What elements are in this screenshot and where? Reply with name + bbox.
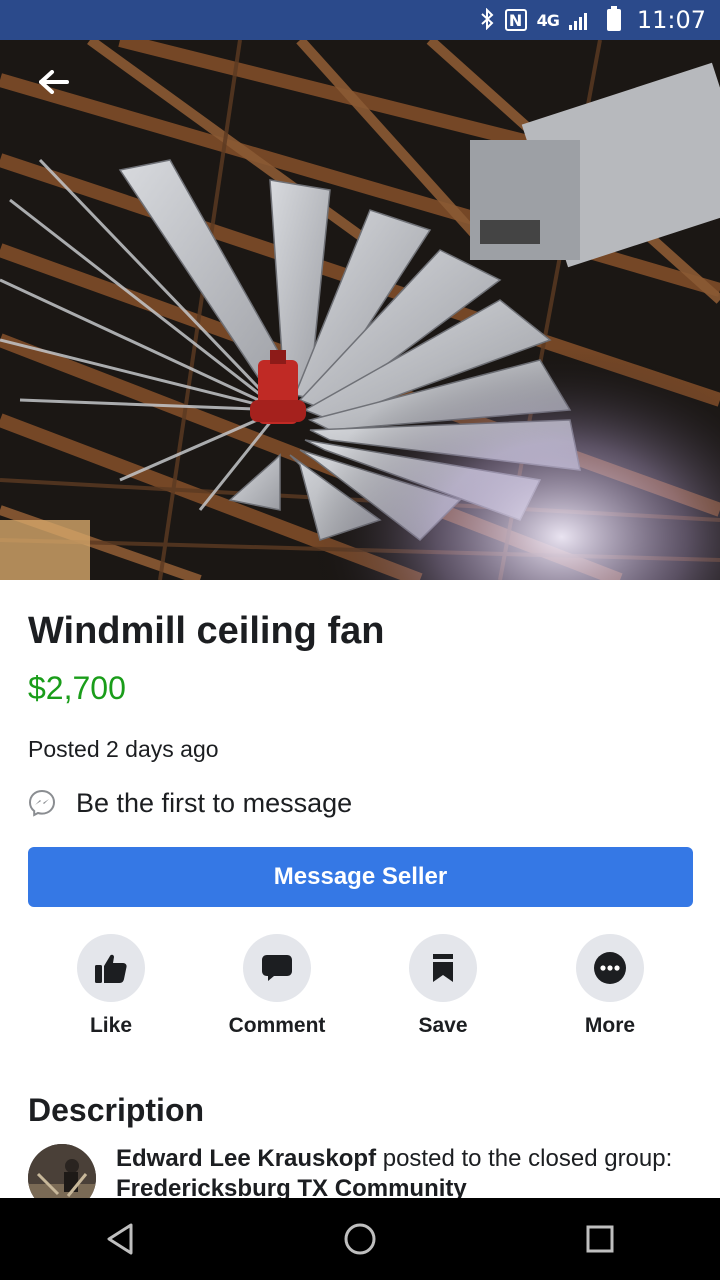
nfc-icon: N bbox=[504, 9, 527, 31]
windmill-fan-image bbox=[0, 40, 720, 580]
lte-icon: 4G bbox=[536, 10, 560, 30]
comment-button[interactable]: Comment bbox=[197, 934, 357, 1038]
more-button[interactable]: More bbox=[530, 934, 690, 1038]
description-heading: Description bbox=[28, 1092, 205, 1128]
back-button[interactable] bbox=[34, 62, 74, 102]
triangle-back-icon bbox=[107, 1223, 133, 1255]
circle-home-icon bbox=[344, 1223, 376, 1255]
square-recents-icon bbox=[586, 1225, 614, 1253]
nav-recents-button[interactable] bbox=[560, 1209, 640, 1269]
more-icon bbox=[594, 952, 626, 984]
save-button[interactable]: Save bbox=[363, 934, 523, 1038]
listing-price: $2,700 bbox=[28, 670, 126, 706]
bookmark-icon bbox=[433, 954, 453, 982]
status-bar: N 4G 11:07 bbox=[0, 0, 720, 40]
comment-icon bbox=[262, 955, 292, 981]
message-hint: Be the first to message bbox=[28, 786, 692, 820]
listing-title: Windmill ceiling fan bbox=[28, 610, 385, 652]
thumbs-up-icon bbox=[95, 954, 127, 983]
battery-icon bbox=[606, 6, 621, 31]
comment-label: Comment bbox=[228, 1014, 326, 1037]
post-summary: Edward Lee Krauskopf posted to the close… bbox=[116, 1144, 676, 1200]
nav-home-button[interactable] bbox=[320, 1209, 400, 1269]
signal-icon bbox=[568, 10, 587, 30]
bluetooth-icon bbox=[479, 7, 495, 33]
like-label: Like bbox=[89, 1014, 133, 1037]
action-row: Like Comment Save More bbox=[0, 934, 720, 1044]
save-label: Save bbox=[418, 1014, 468, 1037]
listing-photo[interactable] bbox=[0, 40, 720, 580]
author-name[interactable]: Edward Lee Krauskopf bbox=[116, 1145, 376, 1172]
arrow-left-icon bbox=[39, 70, 69, 94]
messenger-icon bbox=[28, 789, 56, 817]
post-context: posted to the closed group: bbox=[376, 1145, 673, 1172]
navigation-bar bbox=[0, 1198, 720, 1280]
message-seller-button[interactable]: Message Seller bbox=[28, 847, 693, 907]
posted-time: Posted 2 days ago bbox=[28, 736, 219, 762]
avatar[interactable] bbox=[28, 1144, 96, 1200]
group-name[interactable]: Fredericksburg TX Community bbox=[116, 1175, 467, 1200]
more-label: More bbox=[584, 1014, 636, 1037]
status-time: 11:07 bbox=[636, 6, 706, 34]
message-hint-text: Be the first to message bbox=[76, 787, 353, 818]
listing-details: Windmill ceiling fan $2,700 Posted 2 day… bbox=[28, 580, 693, 907]
description-post: Edward Lee Krauskopf posted to the close… bbox=[28, 1144, 692, 1200]
nav-back-button[interactable] bbox=[80, 1209, 160, 1269]
like-button[interactable]: Like bbox=[31, 934, 191, 1038]
